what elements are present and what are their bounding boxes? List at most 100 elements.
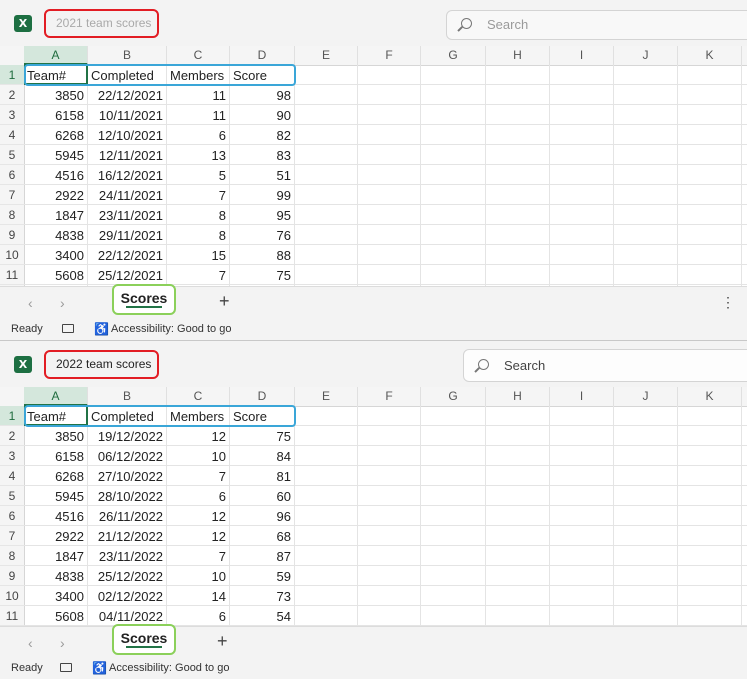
table-cell[interactable]: 27/10/2022	[88, 466, 167, 486]
table-cell[interactable]: 4516	[24, 506, 88, 526]
table-cell[interactable]: 84	[230, 446, 295, 466]
table-cell[interactable]: 11	[167, 105, 230, 125]
macro-recording-icon[interactable]	[62, 324, 74, 333]
row-header-11[interactable]: 11	[0, 606, 24, 626]
table-cell[interactable]: 4838	[24, 566, 88, 586]
table-cell[interactable]: 24/11/2021	[88, 185, 167, 205]
table-cell[interactable]: 12	[167, 526, 230, 546]
column-header-a[interactable]: A	[24, 46, 88, 65]
table-cell[interactable]: 6	[167, 606, 230, 626]
table-cell[interactable]: 23/11/2021	[88, 205, 167, 225]
table-cell[interactable]: 73	[230, 586, 295, 606]
table-cell[interactable]: 02/12/2022	[88, 586, 167, 606]
row-header-6[interactable]: 6	[0, 506, 24, 526]
column-header-e[interactable]: E	[295, 46, 358, 65]
table-cell[interactable]: 3400	[24, 586, 88, 606]
column-header-h[interactable]: H	[486, 387, 550, 406]
prev-sheet-arrow-icon[interactable]: ‹	[28, 295, 33, 311]
row-header-5[interactable]: 5	[0, 145, 24, 165]
row-header-6[interactable]: 6	[0, 165, 24, 185]
table-cell[interactable]: 11	[167, 85, 230, 105]
document-title[interactable]: 2021 team scores	[44, 9, 159, 38]
row-header-3[interactable]: 3	[0, 446, 24, 466]
macro-recording-icon[interactable]	[60, 663, 72, 672]
table-cell[interactable]: 06/12/2022	[88, 446, 167, 466]
row-header-5[interactable]: 5	[0, 486, 24, 506]
table-cell[interactable]: 7	[167, 466, 230, 486]
table-cell[interactable]: 95	[230, 205, 295, 225]
add-sheet-button[interactable]: +	[219, 291, 230, 312]
table-cell[interactable]: 13	[167, 145, 230, 165]
column-header-f[interactable]: F	[358, 46, 421, 65]
table-cell[interactable]: 1847	[24, 205, 88, 225]
table-cell[interactable]: 3850	[24, 426, 88, 446]
column-header-k[interactable]: K	[678, 387, 742, 406]
table-cell[interactable]: 4838	[24, 225, 88, 245]
column-header-j[interactable]: J	[614, 387, 678, 406]
search-input[interactable]: Search	[463, 349, 747, 382]
prev-sheet-arrow-icon[interactable]: ‹	[28, 635, 33, 651]
table-cell[interactable]: 5945	[24, 145, 88, 165]
table-cell[interactable]: 6268	[24, 466, 88, 486]
table-cell[interactable]: 22/12/2021	[88, 85, 167, 105]
table-cell[interactable]: 25/12/2022	[88, 566, 167, 586]
table-cell[interactable]: 29/11/2021	[88, 225, 167, 245]
row-header-2[interactable]: 2	[0, 426, 24, 446]
sheet-tab-scores[interactable]: Scores	[112, 284, 176, 315]
table-cell[interactable]: 21/12/2022	[88, 526, 167, 546]
table-cell[interactable]: 96	[230, 506, 295, 526]
table-cell[interactable]: 60	[230, 486, 295, 506]
table-cell[interactable]: 12/11/2021	[88, 145, 167, 165]
table-cell[interactable]: 6158	[24, 105, 88, 125]
column-header-b[interactable]: B	[88, 387, 167, 406]
table-cell[interactable]: 12/10/2021	[88, 125, 167, 145]
table-cell[interactable]: 6268	[24, 125, 88, 145]
table-cell[interactable]: 59	[230, 566, 295, 586]
table-cell[interactable]: 16/12/2021	[88, 165, 167, 185]
table-cell[interactable]: 98	[230, 85, 295, 105]
column-header-c[interactable]: C	[167, 387, 230, 406]
table-cell[interactable]: 51	[230, 165, 295, 185]
accessibility-status[interactable]: Accessibility: Good to go	[111, 323, 231, 335]
table-cell[interactable]: 5945	[24, 486, 88, 506]
table-cell[interactable]: 10/11/2021	[88, 105, 167, 125]
table-cell[interactable]: 54	[230, 606, 295, 626]
row-header-3[interactable]: 3	[0, 105, 24, 125]
document-title[interactable]: 2022 team scores	[44, 350, 159, 379]
table-cell[interactable]: 6158	[24, 446, 88, 466]
column-header-h[interactable]: H	[486, 46, 550, 65]
table-cell[interactable]: 22/12/2021	[88, 245, 167, 265]
next-sheet-arrow-icon[interactable]: ›	[60, 635, 65, 651]
column-header-c[interactable]: C	[167, 46, 230, 65]
table-cell[interactable]: 28/10/2022	[88, 486, 167, 506]
row-header-11[interactable]: 11	[0, 265, 24, 285]
row-header-1[interactable]: 1	[0, 406, 24, 426]
next-sheet-arrow-icon[interactable]: ›	[60, 295, 65, 311]
table-cell[interactable]: 90	[230, 105, 295, 125]
row-header-4[interactable]: 4	[0, 125, 24, 145]
table-cell[interactable]: 7	[167, 265, 230, 285]
row-header-8[interactable]: 8	[0, 205, 24, 225]
table-cell[interactable]: 68	[230, 526, 295, 546]
table-cell[interactable]: 5608	[24, 606, 88, 626]
table-cell[interactable]: 2922	[24, 185, 88, 205]
table-cell[interactable]: 12	[167, 506, 230, 526]
table-cell[interactable]: 14	[167, 586, 230, 606]
table-cell[interactable]: 3400	[24, 245, 88, 265]
table-cell[interactable]: 23/11/2022	[88, 546, 167, 566]
table-cell[interactable]: 7	[167, 185, 230, 205]
table-cell[interactable]: 19/12/2022	[88, 426, 167, 446]
table-cell[interactable]: 7	[167, 546, 230, 566]
column-header-k[interactable]: K	[678, 46, 742, 65]
add-sheet-button[interactable]: +	[217, 631, 228, 652]
column-header-d[interactable]: D	[230, 387, 295, 406]
column-header-e[interactable]: E	[295, 387, 358, 406]
table-cell[interactable]: 3850	[24, 85, 88, 105]
table-cell[interactable]: 04/11/2022	[88, 606, 167, 626]
column-header-i[interactable]: I	[550, 46, 614, 65]
row-header-9[interactable]: 9	[0, 225, 24, 245]
row-header-8[interactable]: 8	[0, 546, 24, 566]
table-cell[interactable]: 82	[230, 125, 295, 145]
column-header-f[interactable]: F	[358, 387, 421, 406]
table-cell[interactable]: 26/11/2022	[88, 506, 167, 526]
